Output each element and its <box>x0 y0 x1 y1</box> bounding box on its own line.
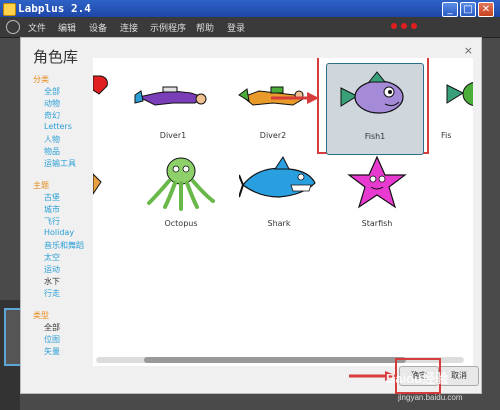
red-arrow-icon <box>271 92 319 104</box>
category-item-things[interactable]: 物品 <box>44 146 60 157</box>
theme-item-space[interactable]: 太空 <box>44 252 60 263</box>
sprite-library-dialog: 角色库 × 分类 全部 动物 奇幻 Letters 人物 物品 运输工具 主题 … <box>20 37 482 394</box>
type-item-vector[interactable]: 矢量 <box>44 346 60 357</box>
fish2-icon <box>446 81 473 107</box>
watermark-url: jingyan.baidu.com <box>398 393 463 402</box>
sprite-label: Shark <box>267 219 291 228</box>
window-title: Labplus 2.4 <box>18 2 91 15</box>
scrollbar-thumb[interactable] <box>144 357 406 363</box>
sprite-card-starfish[interactable]: Starfish <box>329 151 425 241</box>
octopus-icon <box>147 157 215 211</box>
category-item-animals[interactable]: 动物 <box>44 98 60 109</box>
section-heading-type: 类型 <box>33 311 49 320</box>
sprite-card-shark[interactable]: Shark <box>231 151 327 241</box>
status-dot-icon <box>411 23 417 29</box>
fish1-icon <box>340 71 404 114</box>
category-item-transport[interactable]: 运输工具 <box>44 158 76 169</box>
app-icon <box>3 3 16 16</box>
status-dot-icon <box>391 23 397 29</box>
sprite-label: Octopus <box>164 219 198 228</box>
sprite-grid: Diver1 Diver2 Fish1 Fis Octopus Shark St… <box>93 58 473 366</box>
menu-login[interactable]: 登录 <box>227 21 245 34</box>
menu-help[interactable]: 帮助 <box>196 21 214 34</box>
menu-edit[interactable]: 编辑 <box>58 21 76 34</box>
close-window-button[interactable]: ✕ <box>478 2 494 17</box>
sprite-card-diver2[interactable]: Diver2 <box>225 63 321 153</box>
shark-icon <box>239 156 316 198</box>
type-item-all[interactable]: 全部 <box>44 322 60 333</box>
minimize-button[interactable]: _ <box>442 2 458 17</box>
category-item-people[interactable]: 人物 <box>44 134 60 145</box>
menu-examples[interactable]: 示例程序 <box>150 21 186 34</box>
sprite-card-diver1[interactable]: Diver1 <box>125 63 221 153</box>
menu-device[interactable]: 设备 <box>89 21 107 34</box>
section-heading-theme: 主题 <box>33 181 49 190</box>
category-item-letters[interactable]: Letters <box>44 122 72 131</box>
status-dot-icon <box>401 23 407 29</box>
menu-connect[interactable]: 连接 <box>120 21 138 34</box>
sprite-card-fish1[interactable]: Fish1 <box>326 63 424 155</box>
sprite-card-fish2[interactable]: Fis <box>435 63 473 153</box>
partial-heart-icon <box>93 75 108 95</box>
type-item-bitmap[interactable]: 位图 <box>44 334 60 345</box>
theme-item-city[interactable]: 城市 <box>44 204 60 215</box>
globe-icon[interactable] <box>6 20 20 34</box>
partial-sprite-icon <box>93 173 102 195</box>
dialog-title: 角色库 <box>33 48 79 66</box>
sprite-label: Diver1 <box>159 131 187 140</box>
theme-item-walking[interactable]: 行走 <box>44 288 60 299</box>
category-item-fantasy[interactable]: 奇幻 <box>44 110 60 121</box>
theme-item-sports[interactable]: 运动 <box>44 264 60 275</box>
starfish-icon <box>347 155 407 209</box>
maximize-button[interactable]: □ <box>460 2 476 17</box>
category-item-all[interactable]: 全部 <box>44 86 60 97</box>
sprite-label: Diver2 <box>259 131 287 140</box>
menu-bar: 文件 编辑 设备 连接 示例程序 帮助 登录 <box>0 17 500 38</box>
theme-item-flying[interactable]: 飞行 <box>44 216 60 227</box>
theme-item-castle[interactable]: 古堡 <box>44 192 60 203</box>
sprite-label: Fish1 <box>364 132 386 141</box>
dialog-close-icon[interactable]: × <box>464 44 473 57</box>
window-titlebar: Labplus 2.4 _ □ ✕ <box>0 0 500 17</box>
diver1-icon <box>134 86 207 106</box>
watermark-logo: Baidu经验 <box>386 371 449 386</box>
menu-file[interactable]: 文件 <box>28 21 46 34</box>
sprite-card-octopus[interactable]: Octopus <box>133 151 229 241</box>
section-heading-category: 分类 <box>33 75 49 84</box>
theme-item-music-dance[interactable]: 音乐和舞蹈 <box>44 240 84 251</box>
theme-item-holiday[interactable]: Holiday <box>44 228 74 237</box>
sprite-label: Starfish <box>361 219 393 228</box>
theme-item-underwater[interactable]: 水下 <box>44 276 60 287</box>
sprite-label: Fis <box>441 131 452 140</box>
